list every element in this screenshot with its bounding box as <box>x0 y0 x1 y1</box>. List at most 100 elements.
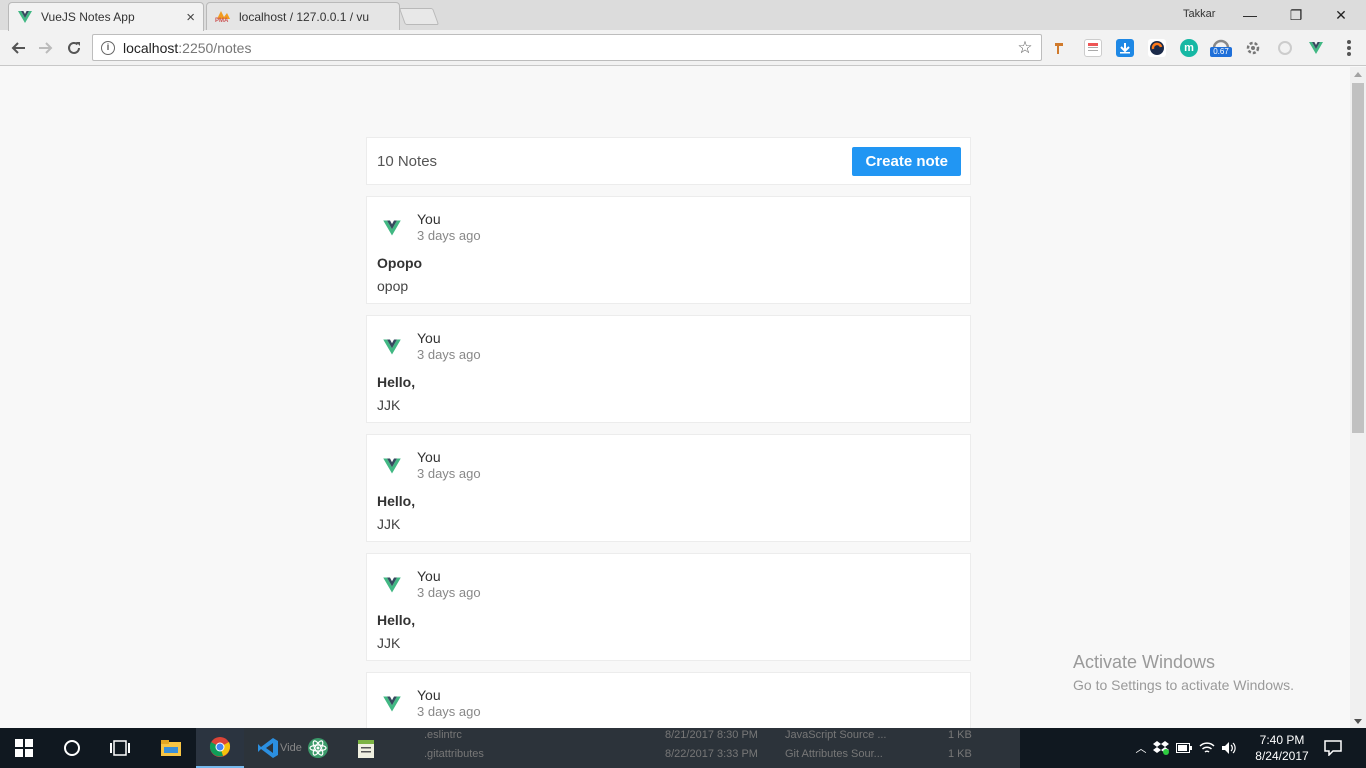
start-button[interactable] <box>0 728 48 768</box>
vue-devtools-icon[interactable] <box>1307 39 1325 57</box>
note-title: Hello, <box>377 374 416 390</box>
chrome-taskbar[interactable] <box>196 728 244 768</box>
create-note-button[interactable]: Create note <box>852 146 961 176</box>
arrow-right-icon <box>39 42 53 54</box>
folder-icon <box>161 740 181 756</box>
battery-icon[interactable] <box>1172 743 1196 753</box>
ext-speed-icon[interactable]: 0.67 <box>1210 39 1232 57</box>
note-body: opop <box>377 278 409 294</box>
reload-icon <box>68 41 80 54</box>
peek-file-type: JavaScript Source ... <box>785 729 887 741</box>
windows-logo-icon <box>15 739 33 757</box>
chrome-icon <box>209 737 231 757</box>
minimize-button[interactable]: — <box>1227 0 1273 30</box>
forward-button[interactable] <box>35 37 57 59</box>
bookmark-star-icon[interactable]: ☆ <box>1015 38 1035 58</box>
ext-s-icon[interactable] <box>1148 39 1166 57</box>
note-title: Opopo <box>377 255 423 271</box>
notepad-taskbar[interactable] <box>342 728 390 768</box>
volume-icon[interactable] <box>1218 741 1240 755</box>
browser-menu-icon[interactable] <box>1344 39 1354 57</box>
note-author: You <box>417 211 441 227</box>
ext-circle-icon[interactable] <box>1276 39 1294 57</box>
new-tab-button[interactable] <box>398 8 440 25</box>
note-time: 3 days ago <box>417 704 481 719</box>
close-window-button[interactable]: ✕ <box>1318 0 1364 30</box>
note-card[interactable]: You 3 days ago <box>366 672 971 728</box>
peek-file-name: .eslintrc <box>424 729 462 741</box>
tab-strip: VueJS Notes App × PMA localhost / 127.0.… <box>0 0 1366 31</box>
cortana-button[interactable] <box>48 728 96 768</box>
back-button[interactable] <box>7 37 29 59</box>
taskbar-clock[interactable]: 7:40 PM 8/24/2017 <box>1250 732 1314 764</box>
reload-button[interactable] <box>63 37 85 59</box>
dropbox-icon[interactable] <box>1150 741 1172 755</box>
tab-phpmyadmin[interactable]: PMA localhost / 127.0.0.1 / vu <box>206 2 400 30</box>
peek-file-size: 1 KB <box>948 729 972 741</box>
tab-close-icon[interactable]: × <box>186 9 195 26</box>
tab-label: localhost / 127.0.0.1 / vu <box>239 9 370 24</box>
notepad-icon <box>358 740 374 758</box>
file-explorer-taskbar[interactable] <box>147 728 195 768</box>
note-card[interactable]: You 3 days ago Hello, JJK <box>366 434 971 542</box>
url-text[interactable]: localhost:2250/notes <box>123 40 1015 56</box>
notes-header: 10 Notes Create note <box>366 137 971 185</box>
note-time: 3 days ago <box>417 228 481 243</box>
vscode-taskbar[interactable] <box>244 728 292 768</box>
notes-count: 10 Notes <box>377 152 438 170</box>
ext-download-icon[interactable] <box>1116 39 1134 57</box>
note-author: You <box>417 568 441 584</box>
profile-name[interactable]: Takkar <box>1183 8 1215 20</box>
note-title: Hello, <box>377 493 416 509</box>
ext-m-icon[interactable]: m <box>1180 39 1198 57</box>
system-tray: ︿ <box>1132 728 1240 768</box>
note-time: 3 days ago <box>417 347 481 362</box>
tray-chevron-up-icon[interactable]: ︿ <box>1132 740 1150 756</box>
note-body: JJK <box>377 397 401 413</box>
restore-button[interactable]: ❐ <box>1273 0 1319 30</box>
info-icon[interactable]: i <box>101 40 115 55</box>
phpmyadmin-icon: PMA <box>215 9 231 25</box>
ext-gear-icon[interactable] <box>1244 39 1262 57</box>
note-body: JJK <box>377 516 401 532</box>
tab-vuejs-notes[interactable]: VueJS Notes App × <box>8 2 204 31</box>
task-view-button[interactable] <box>96 728 144 768</box>
activate-windows-watermark: Activate Windows Go to Settings to activ… <box>1073 652 1294 693</box>
notes-container: 10 Notes Create note You 3 days ago Opop… <box>366 137 971 728</box>
peek-file-name: .gitattributes <box>424 748 484 760</box>
page-viewport: 10 Notes Create note You 3 days ago Opop… <box>0 67 1350 728</box>
note-time: 3 days ago <box>417 466 481 481</box>
atom-taskbar[interactable] <box>294 728 342 768</box>
note-card[interactable]: You 3 days ago Opopo opop <box>366 196 971 304</box>
peek-file-date: 8/21/2017 8:30 PM <box>665 729 758 741</box>
note-author: You <box>417 330 441 346</box>
page-scrollbar[interactable] <box>1350 67 1366 728</box>
note-author: You <box>417 687 441 703</box>
note-body: JJK <box>377 635 401 651</box>
notification-icon <box>1324 740 1342 756</box>
action-center-button[interactable] <box>1310 728 1356 768</box>
note-card[interactable]: You 3 days ago Hello, JJK <box>366 315 971 423</box>
vscode-icon <box>258 738 278 758</box>
vue-avatar-icon <box>377 689 407 719</box>
peek-file-date: 8/22/2017 3:33 PM <box>665 748 758 760</box>
note-title: Hello, <box>377 612 416 628</box>
browser-toolbar: i localhost:2250/notes ☆ m 0.67 <box>0 30 1366 66</box>
windows-taskbar: Vide .eslintrc 8/21/2017 8:30 PM JavaScr… <box>0 728 1366 768</box>
note-author: You <box>417 449 441 465</box>
note-card[interactable]: You 3 days ago Hello, JJK <box>366 553 971 661</box>
scroll-up-icon[interactable] <box>1354 72 1362 77</box>
ext-bookmark-icon[interactable] <box>1052 39 1070 57</box>
vue-avatar-icon <box>377 451 407 481</box>
scroll-down-icon[interactable] <box>1354 719 1362 724</box>
address-bar[interactable]: i localhost:2250/notes ☆ <box>92 34 1042 61</box>
note-time: 3 days ago <box>417 585 481 600</box>
task-view-icon <box>110 740 130 756</box>
atom-icon <box>308 738 328 758</box>
vue-icon <box>18 11 32 23</box>
wifi-icon[interactable] <box>1196 741 1218 755</box>
ext-notes-icon[interactable] <box>1084 39 1102 57</box>
vue-avatar-icon <box>377 213 407 243</box>
scrollbar-thumb[interactable] <box>1352 83 1364 433</box>
tab-label: VueJS Notes App <box>41 10 135 24</box>
